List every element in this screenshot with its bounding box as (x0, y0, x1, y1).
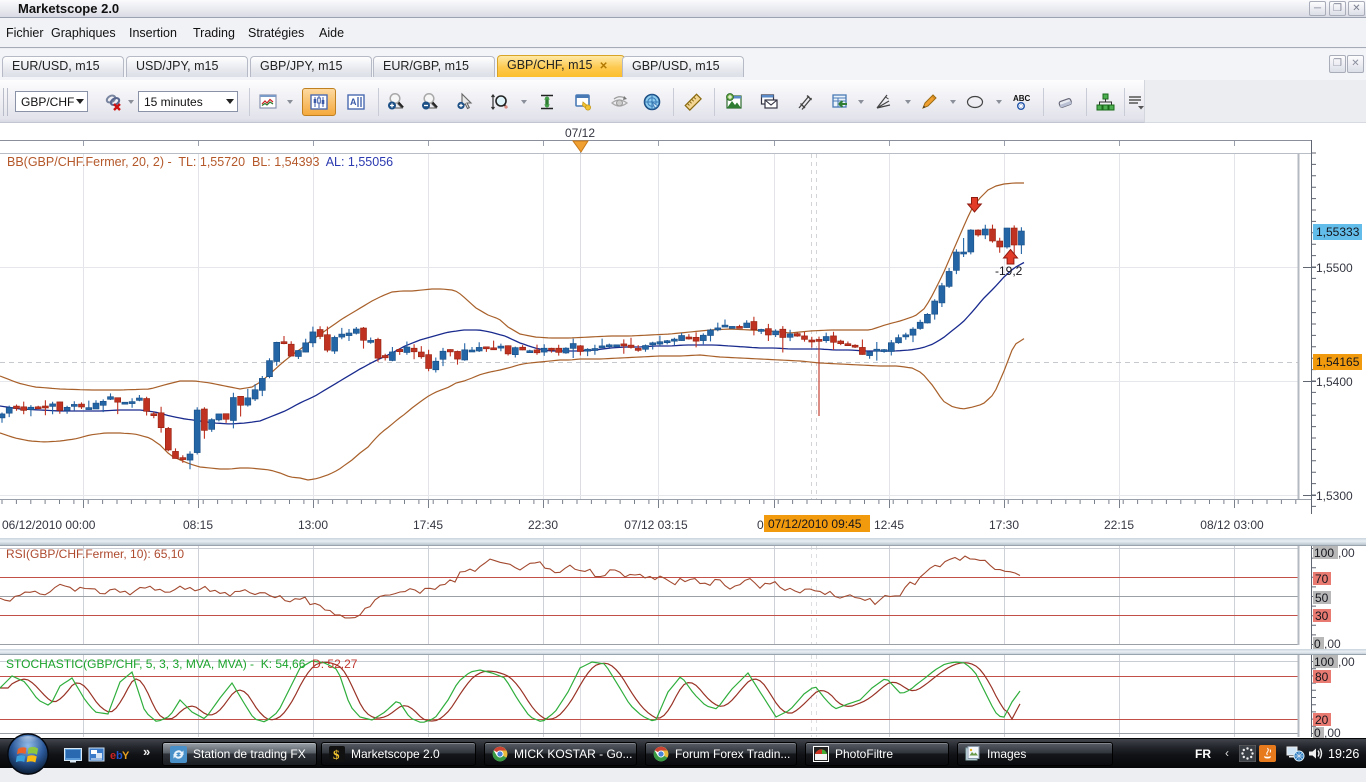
svg-text:20: 20 (1315, 713, 1329, 727)
svg-text:1,5400: 1,5400 (1316, 375, 1353, 389)
svg-text:1,5500: 1,5500 (1316, 261, 1353, 275)
svg-text:07/12/2010 09:45: 07/12/2010 09:45 (768, 517, 862, 531)
svg-text:,00: ,00 (1324, 726, 1341, 738)
svg-text:0: 0 (1314, 726, 1321, 738)
svg-text:08/12 03:00: 08/12 03:00 (1200, 518, 1264, 532)
svg-text:07/12 03:15: 07/12 03:15 (624, 518, 688, 532)
svg-text:BB(GBP/CHF.Fermer, 20, 2) - T: BB(GBP/CHF.Fermer, 20, 2) - TL: 1,55720 … (7, 155, 393, 169)
svg-text:30: 30 (1315, 609, 1329, 623)
svg-text:$: $ (333, 747, 340, 762)
svg-text:1,5300: 1,5300 (1316, 489, 1353, 503)
svg-text:ABC: ABC (1013, 94, 1031, 103)
svg-text:,00: ,00 (1338, 655, 1355, 669)
svg-text:,00: ,00 (1338, 546, 1355, 560)
svg-text:50: 50 (1315, 591, 1329, 605)
svg-text:22:30: 22:30 (528, 518, 558, 532)
svg-text:100: 100 (1314, 546, 1334, 560)
svg-text:06/12/2010 00:00: 06/12/2010 00:00 (2, 518, 96, 532)
svg-text:12:45: 12:45 (874, 518, 904, 532)
svg-text:07/12: 07/12 (565, 126, 595, 140)
svg-text:22:15: 22:15 (1104, 518, 1134, 532)
svg-text:100: 100 (1314, 655, 1334, 669)
svg-text:RSI(GBP/CHF.Fermer, 10): 65,10: RSI(GBP/CHF.Fermer, 10): 65,10 (6, 547, 184, 561)
svg-text:1,55333: 1,55333 (1316, 225, 1360, 239)
svg-text:08:15: 08:15 (183, 518, 213, 532)
svg-text:-19,2: -19,2 (995, 264, 1023, 278)
svg-text:STOCHASTIC(GBP/CHF, 5, 3, 3, M: STOCHASTIC(GBP/CHF, 5, 3, 3, MVA, MVA) -… (6, 657, 358, 671)
svg-text:A: A (350, 97, 357, 107)
svg-text:13:00: 13:00 (298, 518, 328, 532)
svg-text:0: 0 (757, 518, 764, 532)
svg-text:17:45: 17:45 (413, 518, 443, 532)
svg-text:70: 70 (1315, 572, 1329, 586)
svg-text:80: 80 (1315, 670, 1329, 684)
svg-text:Y: Y (122, 750, 130, 761)
svg-text:17:30: 17:30 (989, 518, 1019, 532)
svg-text:1,54165: 1,54165 (1316, 355, 1360, 369)
